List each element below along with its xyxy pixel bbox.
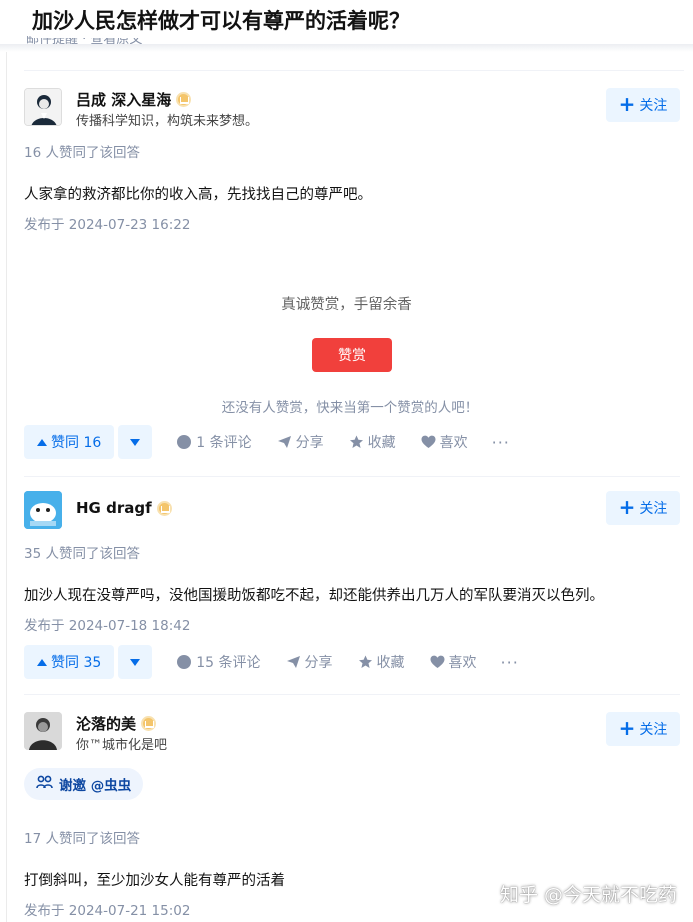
downvote-button[interactable] [118,425,153,459]
collect-button[interactable]: 收藏 [349,432,396,452]
like-button[interactable]: 喜欢 [430,652,477,672]
collect-label: 收藏 [367,435,396,451]
downvote-arrow-icon [130,438,141,446]
author-name-text[interactable]: 吕成 深入星海 [76,89,171,110]
publish-time[interactable]: 发布于 2024-07-21 15:02 [24,899,190,919]
collect-button[interactable]: 收藏 [358,652,405,672]
comment-button[interactable]: 1 条评论 [177,432,252,452]
answer-item: 沦落的美 你™城市化是吧 + 关注 [24,712,680,753]
avatar[interactable] [24,491,62,529]
upvote-arrow-icon [37,658,47,666]
like-button[interactable]: 喜欢 [421,432,468,452]
follow-button[interactable]: + 关注 [606,88,680,122]
reward-button[interactable]: 赞赏 [312,338,392,372]
crown-badge-icon [141,716,157,731]
author-bio: 你™城市化是吧 [76,738,168,753]
heart-icon [430,655,445,669]
publish-time[interactable]: 发布于 2024-07-23 16:22 [24,213,190,233]
upvote-button[interactable]: 赞同 35 [24,645,115,679]
answer-content: 加沙人现在没尊严吗，没他国援助饭都吃不起，却还能供养出几万人的军队要消灭以色列。 [24,588,604,604]
comment-icon [177,435,192,449]
star-icon [349,435,363,449]
invite-tag[interactable]: 谢邀 @虫虫 [24,768,144,800]
follow-button[interactable]: + 关注 [606,712,680,746]
upvote-button[interactable]: 赞同 16 [24,425,115,459]
star-icon [358,655,372,669]
collect-label: 收藏 [376,655,405,671]
answer-actions: 赞同 35 15 条评论 分享 收藏 喜欢 ··· [24,645,684,679]
comment-label: 1 条评论 [196,435,252,451]
downvote-arrow-icon [130,658,141,666]
answer-content: 打倒斜叫，至少加沙女人能有尊严的活着 [24,873,285,889]
comment-icon [177,655,192,669]
header-shadow [0,44,693,52]
comment-button[interactable]: 15 条评论 [177,652,261,672]
vote-count: 17 人赞同了该回答 [24,831,140,847]
divider [24,476,680,477]
answer-content: 人家拿的救济都比你的收入高，先找找自己的尊严吧。 [24,187,372,203]
watermark: 知乎 @今天就不吃药 [499,884,677,906]
vote-count: 35 人赞同了该回答 [24,546,140,562]
share-label: 分享 [304,655,333,671]
answer-item: HG dragf + 关注 [24,491,680,531]
follow-label: 关注 [639,501,668,517]
downvote-button[interactable] [118,645,153,679]
like-label: 喜欢 [439,435,468,451]
question-title: 加沙人民怎样做才可以有尊严的活着呢？ [32,4,693,38]
more-options-icon[interactable]: ··· [492,433,510,452]
invite-text: 谢邀 @虫虫 [59,778,132,794]
plus-icon: + [618,716,636,740]
more-options-icon[interactable]: ··· [501,653,519,672]
divider [24,70,684,71]
author-info: HG dragf + 关注 [24,491,680,531]
heart-icon [421,435,436,449]
answer-actions: 赞同 16 1 条评论 分享 收藏 喜欢 ··· [24,425,684,459]
divider [24,694,680,695]
author-name[interactable]: 沦落的美 [76,713,157,734]
follow-label: 关注 [639,98,668,114]
publish-time[interactable]: 发布于 2024-07-18 18:42 [24,614,190,634]
share-button[interactable]: 分享 [286,652,333,672]
upvote-label: 赞同 35 [51,655,102,671]
author-info: 沦落的美 你™城市化是吧 + 关注 [24,712,680,753]
share-icon [277,435,291,449]
answer-item: 吕成 深入星海 传播科学知识，构筑未来梦想。 + 关注 [24,88,680,129]
reward-note: 还没有人赞赏，快来当第一个赞赏的人吧！ [221,400,479,416]
crown-badge-icon [176,92,192,107]
crown-badge-icon [156,500,172,516]
comment-label: 15 条评论 [196,655,261,671]
author-name[interactable]: 吕成 深入星海 [76,89,192,110]
author-bio: 传播科学知识，构筑未来梦想。 [76,114,259,129]
author-name-text[interactable]: HG dragf [76,499,152,517]
avatar[interactable] [24,88,62,126]
plus-icon: + [618,495,636,519]
share-label: 分享 [295,435,324,451]
plus-icon: + [618,92,636,116]
author-info: 吕成 深入星海 传播科学知识，构筑未来梦想。 + 关注 [24,88,680,129]
upvote-arrow-icon [37,438,47,446]
follow-button[interactable]: + 关注 [606,491,680,525]
invite-people-icon [36,775,53,793]
upvote-label: 赞同 16 [51,435,102,451]
avatar[interactable] [24,712,62,750]
vote-count: 16 人赞同了该回答 [24,145,140,161]
like-label: 喜欢 [448,655,477,671]
author-name[interactable]: HG dragf [76,499,172,517]
share-button[interactable]: 分享 [277,432,324,452]
author-name-text[interactable]: 沦落的美 [76,713,136,734]
reward-title: 真诚赞赏，手留余香 [281,297,412,313]
share-icon [286,655,300,669]
follow-label: 关注 [639,722,668,738]
